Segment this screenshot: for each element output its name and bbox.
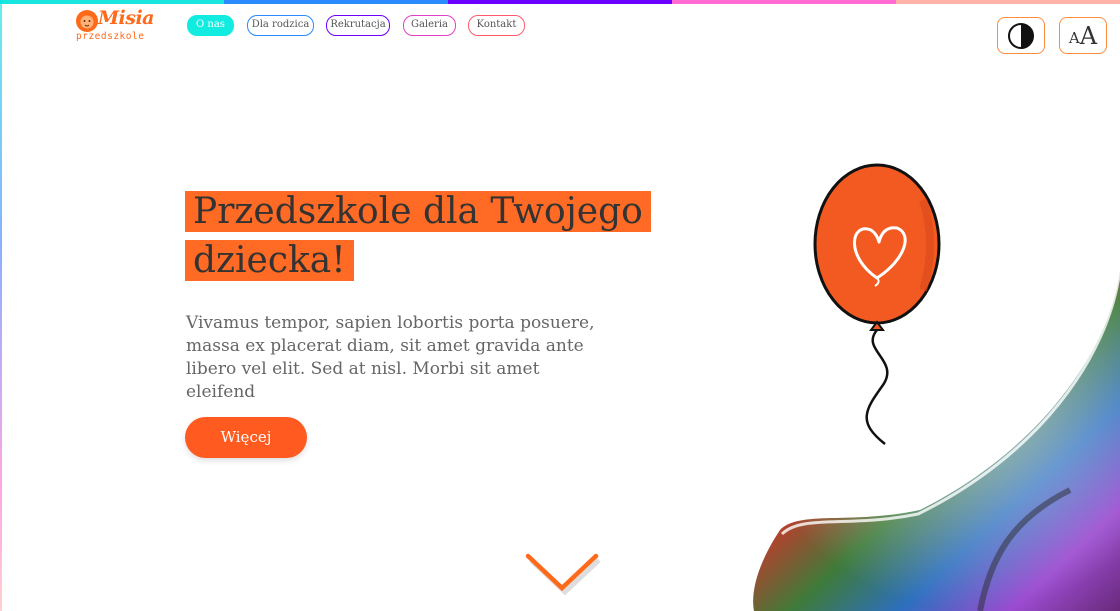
logo-name: Misia bbox=[98, 7, 154, 29]
font-size-button[interactable]: A A bbox=[1059, 17, 1107, 54]
page-frame-edge bbox=[0, 0, 2, 611]
logo-subtitle: przedszkole bbox=[76, 31, 145, 42]
contrast-icon bbox=[1008, 22, 1034, 49]
logo[interactable]: Misia przedszkole bbox=[72, 6, 154, 46]
nav-item-kontakt[interactable]: Kontakt bbox=[468, 15, 525, 36]
top-color-stripe bbox=[0, 0, 1120, 4]
nav-item-galeria[interactable]: Galeria bbox=[403, 15, 456, 36]
more-button[interactable]: Więcej bbox=[185, 417, 307, 458]
heart-balloon-icon bbox=[813, 163, 941, 445]
hero-title-text: Przedszkole dla Twojego dziecka! bbox=[185, 191, 651, 281]
nav-item-o-nas[interactable]: O nas bbox=[187, 15, 234, 36]
nav-item-rekrutacja[interactable]: Rekrutacja bbox=[326, 15, 390, 36]
nav-item-dla-rodzica[interactable]: Dla rodzica bbox=[247, 15, 314, 36]
font-size-small-label: A bbox=[1068, 28, 1080, 47]
hero-title: Przedszkole dla Twojego dziecka! bbox=[185, 187, 651, 285]
hero-description: Vivamus tempor, sapien lobortis porta po… bbox=[186, 313, 595, 402]
font-size-big-label: A bbox=[1079, 21, 1098, 50]
chevron-down-icon[interactable] bbox=[522, 548, 602, 598]
contrast-toggle-button[interactable] bbox=[997, 17, 1045, 54]
